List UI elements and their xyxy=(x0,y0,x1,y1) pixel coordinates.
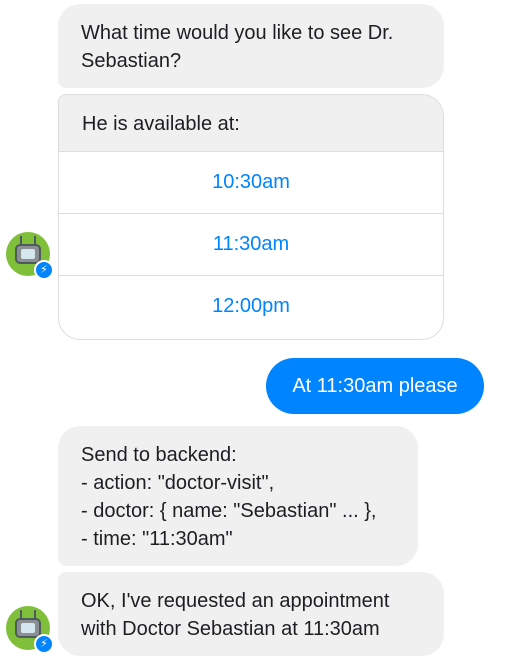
availability-heading: He is available at: xyxy=(59,95,443,151)
time-option-button[interactable]: 11:30am xyxy=(59,213,443,275)
time-option-button[interactable]: 10:30am xyxy=(59,151,443,213)
message-line: with Doctor Sebastian at 11:30am xyxy=(81,618,380,640)
antenna-icon xyxy=(20,610,36,618)
bot-message-confirmation: OK, I've requested an appointment with D… xyxy=(58,572,444,656)
messenger-badge-icon: ⚡ xyxy=(34,634,54,654)
message-line: - time: "11:30am" xyxy=(81,528,233,550)
time-option-button[interactable]: 12:00pm xyxy=(59,275,443,337)
message-line: Sebastian? xyxy=(81,50,182,72)
message-line: OK, I've requested an appointment xyxy=(81,590,390,612)
message-line: - doctor: { name: "Sebastian" ... }, xyxy=(81,500,377,522)
user-message: At 11:30am please xyxy=(266,358,484,414)
message-line: Send to backend: xyxy=(81,444,237,466)
bot-message-backend: Send to backend: - action: "doctor-visit… xyxy=(58,426,418,566)
antenna-icon xyxy=(20,236,36,244)
bot-message-question: What time would you like to see Dr. Seba… xyxy=(58,4,444,88)
message-line: What time would you like to see Dr. xyxy=(81,22,394,44)
message-line: - action: "doctor-visit", xyxy=(81,472,275,494)
messenger-badge-icon: ⚡ xyxy=(34,260,54,280)
bot-avatar: ⚡ xyxy=(6,232,54,280)
bot-avatar: ⚡ xyxy=(6,606,54,654)
quick-reply-card: He is available at: 10:30am 11:30am 12:0… xyxy=(58,94,444,340)
